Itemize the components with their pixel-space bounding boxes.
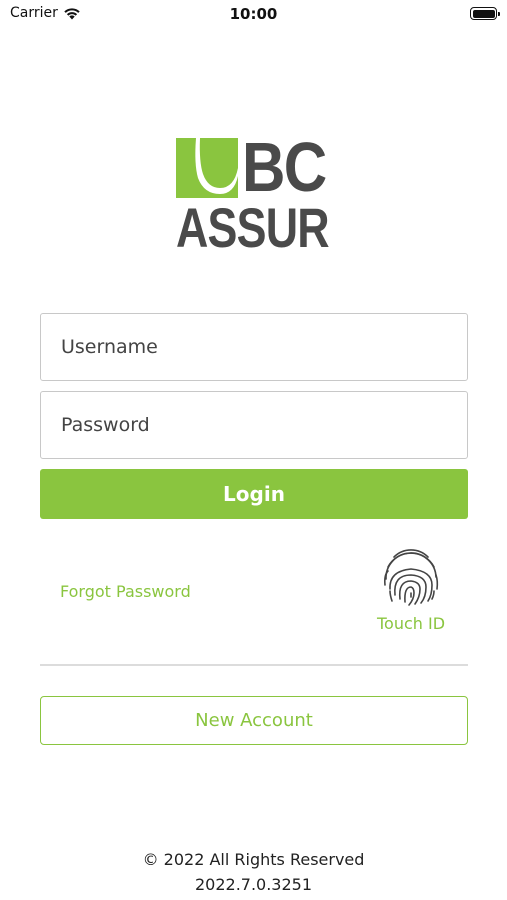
logo-mark-icon: [176, 138, 238, 198]
login-button[interactable]: Login: [40, 469, 468, 519]
username-input[interactable]: [41, 314, 467, 380]
battery-icon: [470, 7, 500, 20]
logo-text-assur: ASSUR: [176, 196, 330, 259]
fingerprint-icon[interactable]: [380, 545, 442, 607]
copyright-text: © 2022 All Rights Reserved: [142, 850, 365, 869]
divider: [40, 664, 468, 666]
forgot-password-link[interactable]: Forgot Password: [60, 582, 191, 601]
bc-assur-logo: BC ASSUR: [176, 132, 332, 259]
new-account-button[interactable]: New Account: [40, 696, 468, 745]
password-input[interactable]: [41, 392, 467, 458]
username-field-container: [40, 313, 468, 381]
status-bar: Carrier 10:00: [0, 0, 507, 28]
password-field-container: [40, 391, 468, 459]
status-time: 10:00: [229, 5, 278, 23]
version-text: 2022.7.0.3251: [194, 875, 313, 894]
logo-text-bc: BC: [242, 128, 327, 206]
touch-id-label[interactable]: Touch ID: [364, 614, 458, 633]
